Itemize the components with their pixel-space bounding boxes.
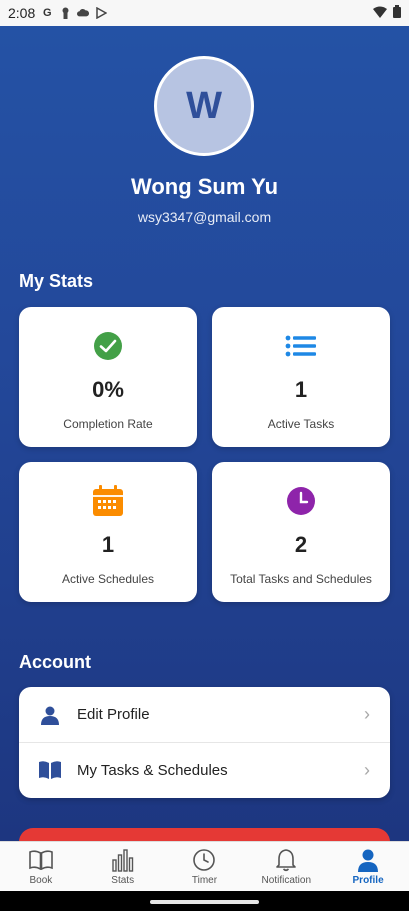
stat-value: 0% xyxy=(92,377,124,402)
person-icon xyxy=(39,704,61,726)
book-icon xyxy=(39,759,61,781)
play-store-icon xyxy=(95,7,107,19)
stat-card-active-schedules: 1 Active Schedules xyxy=(19,462,197,602)
nav-label: Stats xyxy=(111,875,135,886)
clock-icon xyxy=(284,484,318,518)
battery-icon xyxy=(393,5,401,21)
edit-profile-button[interactable]: Edit Profile › xyxy=(19,687,390,742)
chevron-right-icon: › xyxy=(364,759,370,780)
list-icon xyxy=(284,329,318,363)
nav-label: Book xyxy=(29,875,53,886)
nav-label: Profile xyxy=(352,875,384,886)
clock-icon xyxy=(191,847,217,873)
nav-label: Timer xyxy=(191,875,218,886)
gesture-area xyxy=(0,891,409,911)
my-tasks-label: My Tasks & Schedules xyxy=(77,761,228,779)
person-icon xyxy=(355,847,381,873)
calendar-icon xyxy=(91,484,125,518)
bell-icon xyxy=(273,847,299,873)
my-tasks-schedules-button[interactable]: My Tasks & Schedules › xyxy=(19,742,390,797)
stats-section-title: My Stats xyxy=(19,271,94,291)
stat-value: 1 xyxy=(101,532,115,557)
check-circle-icon xyxy=(91,329,125,363)
stat-card-completion-rate: 0% Completion Rate xyxy=(19,307,197,447)
stat-label: Active Tasks xyxy=(267,417,335,431)
status-bar: 2:08 G xyxy=(0,0,409,26)
status-time: 2:08 xyxy=(8,5,36,21)
nav-notification[interactable]: Notification xyxy=(245,842,327,891)
account-menu: Edit Profile › My Tasks & Schedules › xyxy=(19,687,390,798)
logout-button[interactable] xyxy=(19,828,390,841)
avatar-initial: W xyxy=(186,84,222,127)
book-icon xyxy=(28,847,54,873)
nav-label: Notification xyxy=(261,875,312,886)
stat-card-active-tasks: 1 Active Tasks xyxy=(212,307,390,447)
stat-label: Completion Rate xyxy=(63,417,153,431)
stat-card-total: 2 Total Tasks and Schedules xyxy=(212,462,390,602)
user-email: wsy3347@gmail.com xyxy=(137,209,272,225)
cloud-icon xyxy=(77,7,90,19)
keyhole-icon xyxy=(59,7,71,19)
edit-profile-label: Edit Profile xyxy=(77,706,150,723)
home-indicator[interactable] xyxy=(150,900,259,904)
user-name: Wong Sum Yu xyxy=(130,174,279,199)
google-icon: G xyxy=(42,7,52,19)
nav-profile[interactable]: Profile xyxy=(327,842,409,891)
avatar[interactable]: W xyxy=(154,56,254,156)
stat-label: Total Tasks and Schedules xyxy=(230,572,372,586)
nav-stats[interactable]: Stats xyxy=(82,842,164,891)
bar-chart-icon xyxy=(110,847,136,873)
nav-book[interactable]: Book xyxy=(0,842,82,891)
stat-label: Active Schedules xyxy=(61,572,155,586)
bottom-nav: Book Stats Timer Notification Profile xyxy=(0,841,409,891)
stat-value: 1 xyxy=(294,377,308,402)
nav-timer[interactable]: Timer xyxy=(164,842,246,891)
account-section-title: Account xyxy=(19,652,91,672)
chevron-right-icon: › xyxy=(364,704,370,724)
wifi-icon xyxy=(373,5,387,21)
profile-screen: W Wong Sum Yu wsy3347@gmail.com My Stats… xyxy=(0,26,409,841)
stat-value: 2 xyxy=(294,532,308,557)
